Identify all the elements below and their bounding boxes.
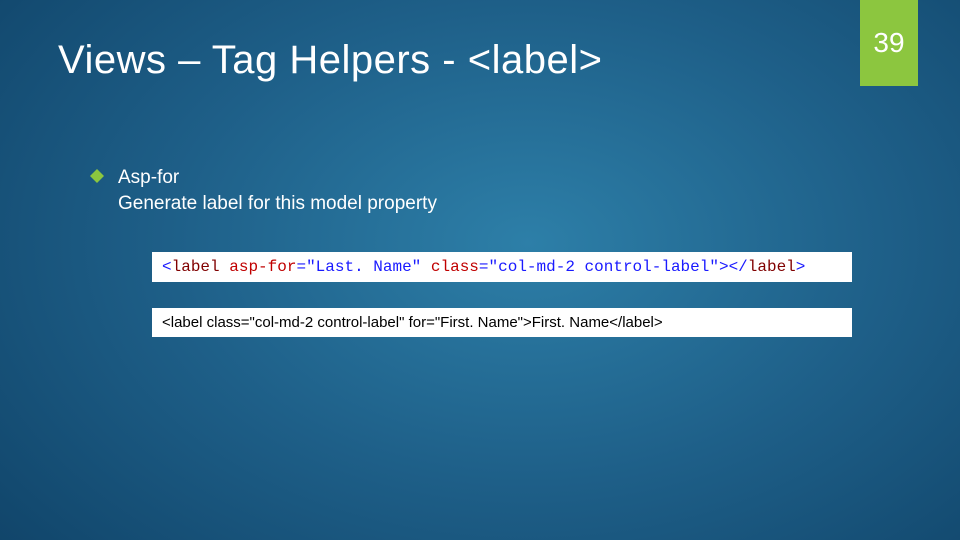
code-token: </ — [729, 258, 748, 276]
slide-title: Views – Tag Helpers - <label> — [58, 38, 602, 83]
bullet-item: Asp-for Generate label for this model pr… — [90, 165, 900, 216]
code-token: label — [748, 258, 796, 276]
code-token: label — [172, 258, 220, 276]
code-token: "col-md-2 control-label" — [489, 258, 719, 276]
code-token: < — [162, 258, 172, 276]
code-token: = — [479, 258, 489, 276]
code-example-razor: <label asp-for="Last. Name" class="col-m… — [152, 252, 852, 282]
page-number-text: 39 — [873, 27, 904, 59]
bullet-desc: Generate label for this model property — [118, 193, 437, 214]
page-number-badge: 39 — [860, 0, 918, 86]
code-token: class — [431, 258, 479, 276]
code-token: > — [796, 258, 806, 276]
bullet-text: Asp-for Generate label for this model pr… — [118, 165, 437, 216]
slide-content: Asp-for Generate label for this model pr… — [90, 165, 900, 363]
code-token: = — [296, 258, 306, 276]
code-example-output: <label class="col-md-2 control-label" fo… — [152, 308, 852, 337]
diamond-bullet-icon — [90, 169, 104, 183]
bullet-heading: Asp-for — [118, 167, 179, 188]
code-output-text: <label class="col-md-2 control-label" fo… — [162, 314, 663, 331]
code-token: "Last. Name" — [306, 258, 421, 276]
code-token: asp-for — [229, 258, 296, 276]
code-token: > — [719, 258, 729, 276]
